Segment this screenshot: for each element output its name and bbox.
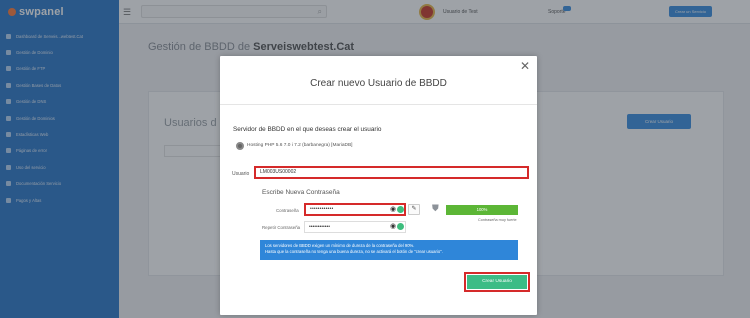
usuario-label: Usuario — [232, 171, 250, 177]
usuario-input[interactable]: LM003US00002 — [254, 166, 529, 179]
password-label: Contraseña — [276, 208, 299, 213]
new-password-title: Escribe Nueva Contraseña — [262, 189, 340, 196]
modal-divider — [220, 104, 537, 105]
info-box: Los servidores de BBDD exigen un mínimo … — [260, 240, 518, 260]
repeat-password-label: Repetir Contraseña — [262, 225, 301, 230]
password-strength-bar: 100% — [446, 205, 518, 215]
close-icon[interactable]: ✕ — [520, 60, 530, 72]
info-line-2: Hasta que la contraseña no tenga una bue… — [265, 249, 443, 254]
create-user-button-label: Crear Usuario — [467, 275, 527, 289]
check-icon — [397, 223, 404, 230]
check-icon — [397, 206, 404, 213]
strength-label: Contraseña muy fuerte — [478, 218, 517, 222]
create-db-user-modal: ✕ Crear nuevo Usuario de BBDD Servidor d… — [220, 56, 537, 315]
server-option-label[interactable]: Hosting PHP 5.6 7.0 i 7.2 (barbanegra) [… — [247, 143, 353, 148]
eye-icon[interactable]: ◉ — [390, 206, 396, 213]
repeat-password-value: •••••••••••• — [309, 224, 331, 230]
radio-icon[interactable] — [236, 142, 244, 150]
eye-icon[interactable]: ◉ — [390, 223, 396, 230]
modal-title: Crear nuevo Usuario de BBDD — [310, 78, 447, 89]
password-value: •••••••••••• — [310, 206, 334, 212]
strength-fill: 100% — [446, 205, 518, 215]
server-question: Servidor de BBDD en el que deseas crear … — [233, 126, 382, 133]
shield-icon: ⛊ — [432, 203, 439, 213]
pencil-icon[interactable]: ✎ — [408, 204, 420, 215]
create-user-button[interactable]: Crear Usuario — [464, 272, 530, 292]
